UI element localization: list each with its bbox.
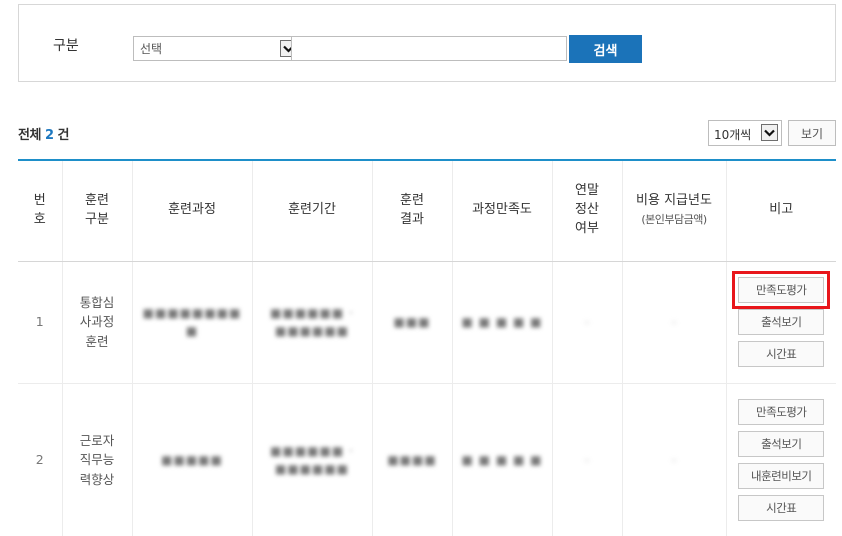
header-no: 번호 [18,159,62,262]
highlighted-action: 만족도평가 [732,271,831,309]
row-cost-year-redacted: – [621,383,726,536]
total-prefix: 전체 [18,128,41,143]
attendance-button[interactable]: 출석보기 [738,309,825,335]
header-result: 훈련 결과 [371,159,452,262]
per-page-select[interactable]: 10개씩 [708,120,782,146]
table-header-row: 번호 훈련 구분 훈련과정 훈련기간 훈련 결과 과정만족도 연말 정산 여부 비용 지… [18,159,836,262]
satisfaction-eval-button[interactable]: 만족도평가 [738,277,825,303]
row-settlement-redacted: – [551,261,622,384]
row-satisfaction-redacted: ■ ■ ■ ■ ■ [451,261,552,384]
search-input[interactable] [291,36,567,61]
row-actions: 만족도평가 출석보기 내훈련비보기 시간표 [725,383,836,536]
row-period-redacted: ■■■■■■ · ■■■■■■ [251,261,372,384]
table-row: 2 근로자 직무능 력향상 ■■■■■ ■■■■■■ · ■■■■■■ ■■■■ ■ … [18,383,836,536]
view-button[interactable]: 보기 [788,120,836,146]
search-category-value: 선택 [140,42,163,56]
row-number: 2 [18,383,62,536]
header-period: 훈련기간 [251,159,372,262]
search-panel: 구분 선택 검색 [18,4,836,82]
table-row: 1 통합심 사과정 훈련 ■■■■■■■■ ■ ■■■■■■ · ■■■■■■ ■■■ … [18,261,836,384]
row-number: 1 [18,261,62,384]
header-cost-year: 비용 지급년도 (본인부담금액) [621,159,726,262]
header-satisfaction: 과정만족도 [451,159,552,262]
header-settlement: 연말 정산 여부 [551,159,622,262]
search-category-label: 구분 [53,38,79,54]
row-training-type: 통합심 사과정 훈련 [61,261,132,384]
chevron-down-icon[interactable] [761,124,778,141]
attendance-button[interactable]: 출석보기 [738,431,825,457]
row-course-redacted: ■■■■■■■■ ■ [131,261,252,384]
header-note: 비고 [725,159,836,262]
row-result-redacted: ■■■■ [371,383,452,536]
search-button[interactable]: 검색 [569,35,642,63]
timetable-button[interactable]: 시간표 [738,495,825,521]
row-result-redacted: ■■■ [371,261,452,384]
row-actions: 만족도평가 출석보기 시간표 [725,261,836,384]
header-course: 훈련과정 [131,159,252,262]
search-category-select[interactable]: 선택 [133,36,301,61]
per-page-value: 10개씩 [714,128,752,142]
training-results-table: 번호 훈련 구분 훈련과정 훈련기간 훈련 결과 과정만족도 연말 정산 여부 비용 지… [18,159,836,536]
row-satisfaction-redacted: ■ ■ ■ ■ ■ [451,383,552,536]
header-type: 훈련 구분 [61,159,132,262]
timetable-button[interactable]: 시간표 [738,341,825,367]
row-period-redacted: ■■■■■■ · ■■■■■■ [251,383,372,536]
total-suffix: 건 [57,128,70,143]
row-training-type: 근로자 직무능 력향상 [61,383,132,536]
my-training-cost-button[interactable]: 내훈련비보기 [738,463,825,489]
satisfaction-eval-button[interactable]: 만족도평가 [738,399,825,425]
row-cost-year-redacted: – [621,261,726,384]
row-settlement-redacted: – [551,383,622,536]
total-number: 2 [44,128,54,143]
total-count: 전체 2 건 [18,124,70,143]
row-course-redacted: ■■■■■ [131,383,252,536]
